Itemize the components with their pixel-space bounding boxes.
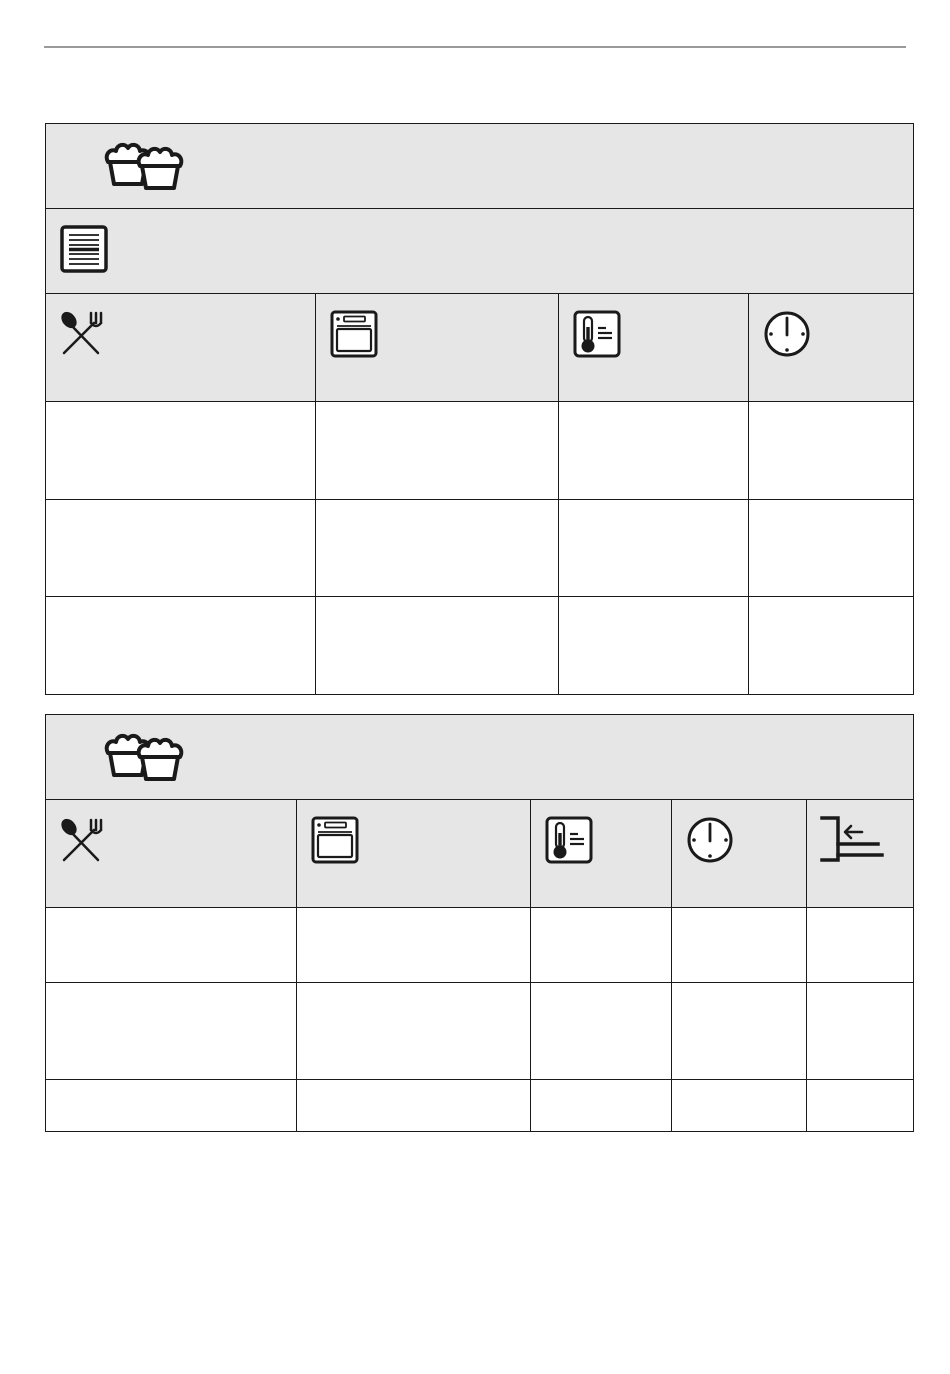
table-cell (315, 596, 559, 695)
table-subheader-row (45, 208, 914, 294)
col-shelf-level-cell (805, 799, 915, 908)
clock-icon (685, 815, 735, 865)
col-time-cell (671, 799, 807, 908)
table-cell (671, 1079, 807, 1132)
column-icon-row (45, 799, 915, 908)
table-row (45, 1079, 915, 1132)
table-row (45, 596, 914, 695)
spoon-fork-icon (58, 816, 108, 866)
table-cell (805, 982, 915, 1080)
table-cell (296, 907, 531, 983)
table-cell (45, 1079, 297, 1132)
col-food-cell (45, 293, 316, 402)
spoon-fork-icon (58, 309, 108, 359)
clock-icon (762, 309, 812, 359)
thermometer-icon (544, 815, 594, 865)
table-cell (671, 982, 807, 1080)
tray-lines-icon (59, 224, 109, 274)
table-cell (558, 596, 749, 695)
oven-icon (329, 309, 379, 359)
table-cell (748, 499, 914, 597)
cupcakes-icon (104, 140, 184, 190)
top-rule (44, 46, 906, 48)
header-cell (45, 123, 914, 209)
table-cell (748, 596, 914, 695)
table-cell (45, 907, 297, 983)
table-row (45, 907, 915, 983)
table-cell (45, 982, 297, 1080)
table-cell (530, 1079, 672, 1132)
subheader-cell (45, 208, 914, 294)
baking-table-2 (44, 714, 915, 1132)
cupcakes-icon (104, 731, 184, 781)
table-cell (530, 982, 672, 1080)
table-cell (45, 499, 316, 597)
baking-table-1 (45, 123, 914, 695)
table-row (45, 499, 914, 597)
table-cell (315, 499, 559, 597)
table-cell (530, 907, 672, 983)
table-cell (805, 907, 915, 983)
column-icon-row (45, 293, 914, 402)
col-time-cell (748, 293, 914, 402)
oven-icon (310, 815, 360, 865)
thermometer-icon (572, 309, 622, 359)
table-cell (45, 596, 316, 695)
table-row (45, 401, 914, 500)
table-cell (296, 982, 531, 1080)
col-food-cell (45, 799, 297, 908)
table-cell (558, 499, 749, 597)
col-temperature-cell (558, 293, 749, 402)
col-temperature-cell (530, 799, 672, 908)
table-cell (315, 401, 559, 500)
table-row (45, 982, 915, 1080)
table-cell (558, 401, 749, 500)
table-header-row (44, 714, 915, 800)
table-cell (45, 401, 316, 500)
col-oven-cell (296, 799, 531, 908)
table-cell (748, 401, 914, 500)
table-cell (296, 1079, 531, 1132)
header-cell (44, 714, 915, 800)
table-cell (671, 907, 807, 983)
shelf-level-icon (820, 815, 884, 863)
table-header-row (45, 123, 914, 209)
table-cell (805, 1079, 915, 1132)
col-oven-cell (315, 293, 559, 402)
